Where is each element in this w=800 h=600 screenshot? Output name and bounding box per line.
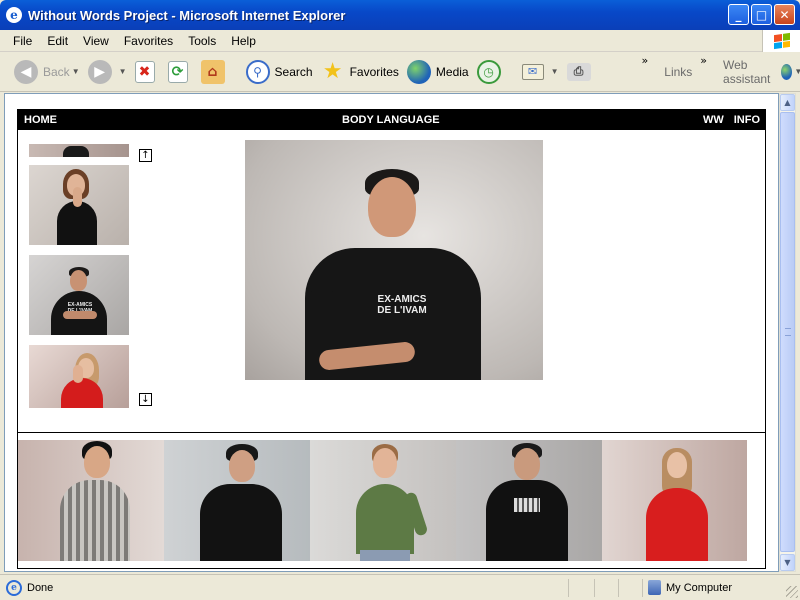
filmstrip-person[interactable] bbox=[164, 440, 310, 561]
menu-bar: File Edit View Favorites Tools Help bbox=[0, 30, 800, 52]
resize-grip-icon[interactable] bbox=[786, 586, 798, 598]
back-label: Back bbox=[43, 64, 70, 79]
nav-right: WW INFO bbox=[703, 114, 760, 126]
video-thumbnail[interactable] bbox=[29, 345, 129, 408]
media-globe-icon bbox=[406, 59, 431, 84]
window-controls: _ □ ✕ bbox=[728, 4, 795, 25]
scroll-down-arrow-icon[interactable]: ▼ bbox=[780, 554, 795, 571]
print-icon: ⎙ bbox=[566, 62, 591, 81]
refresh-icon: ⟳ bbox=[167, 60, 188, 83]
security-zone: My Computer bbox=[648, 580, 732, 595]
toolbar: ◀ Back ▼ ▶ ▼ ✖ ⟳ ⌂ ⚲ Search ★ Favorites … bbox=[0, 52, 800, 92]
chevron-down-icon: ▼ bbox=[71, 67, 80, 76]
search-icon: ⚲ bbox=[245, 59, 270, 84]
toolbar-overflow-icon[interactable]: » bbox=[642, 54, 649, 67]
status-text: Done bbox=[27, 581, 54, 594]
filmstrip-person[interactable] bbox=[456, 440, 602, 561]
thumbs-scroll-down-button[interactable]: ↓ bbox=[139, 393, 152, 406]
media-label: Media bbox=[435, 64, 469, 79]
scroll-up-arrow-icon[interactable]: ▲ bbox=[780, 94, 795, 111]
filmstrip-person[interactable] bbox=[18, 440, 164, 561]
home-button[interactable]: ⌂ bbox=[197, 55, 234, 89]
maximize-button[interactable]: □ bbox=[751, 4, 772, 25]
print-button[interactable]: ⎙ bbox=[563, 55, 600, 89]
title-bar: e Without Words Project - Microsoft Inte… bbox=[0, 0, 800, 30]
menu-view[interactable]: View bbox=[76, 34, 117, 48]
status-divider bbox=[618, 579, 619, 597]
status-divider bbox=[568, 579, 569, 597]
filmstrip-person[interactable] bbox=[602, 440, 747, 561]
home-icon: ⌂ bbox=[200, 59, 225, 84]
search-button[interactable]: ⚲ Search bbox=[242, 55, 317, 89]
menu-help[interactable]: Help bbox=[224, 34, 264, 48]
refresh-button[interactable]: ⟳ bbox=[164, 55, 197, 89]
video-thumbnail[interactable]: EX-AMICS DE L'IVAM bbox=[29, 255, 129, 335]
history-button[interactable]: ◷ bbox=[473, 55, 510, 89]
main-video-player[interactable]: EX-AMICS DE L'IVAM bbox=[245, 140, 543, 380]
links-overflow-icon[interactable]: » bbox=[700, 54, 707, 67]
windows-logo-icon bbox=[762, 30, 800, 52]
minimize-button[interactable]: _ bbox=[728, 4, 749, 25]
mail-icon: ✉ bbox=[521, 63, 544, 80]
browser-viewport: HOME BODY LANGUAGE WW INFO ↑ EX-AMICS DE… bbox=[4, 93, 779, 572]
status-divider bbox=[594, 579, 595, 597]
chevron-down-icon: ▼ bbox=[794, 67, 800, 76]
favorites-label: Favorites bbox=[349, 64, 399, 79]
site-header: HOME BODY LANGUAGE WW INFO bbox=[18, 110, 765, 130]
stop-icon: ✖ bbox=[134, 60, 155, 83]
window-title: Without Words Project - Microsoft Intern… bbox=[28, 7, 346, 23]
content-divider bbox=[18, 432, 765, 433]
main-shirt-text: EX-AMICS DE L'IVAM bbox=[377, 294, 427, 316]
close-button[interactable]: ✕ bbox=[774, 4, 795, 25]
forward-button[interactable]: ▶ ▼ bbox=[84, 55, 131, 89]
chevron-down-icon: ▼ bbox=[118, 67, 127, 76]
status-divider bbox=[642, 579, 643, 597]
media-button[interactable]: Media bbox=[403, 55, 473, 89]
menu-edit[interactable]: Edit bbox=[40, 34, 76, 48]
forward-arrow-icon: ▶ bbox=[87, 59, 112, 84]
zone-label: My Computer bbox=[666, 581, 733, 594]
stop-button[interactable]: ✖ bbox=[131, 55, 164, 89]
history-clock-icon: ◷ bbox=[476, 59, 501, 84]
filmstrip-person[interactable] bbox=[310, 440, 456, 561]
search-label: Search bbox=[274, 64, 313, 79]
ie-icon: e bbox=[6, 7, 22, 23]
computer-icon bbox=[648, 580, 661, 595]
status-bar: e Done My Computer bbox=[0, 574, 800, 600]
chevron-down-icon: ▼ bbox=[550, 67, 559, 76]
nav-info-link[interactable]: INFO bbox=[734, 114, 760, 126]
nav-ww-link[interactable]: WW bbox=[703, 114, 724, 126]
menu-favorites[interactable]: Favorites bbox=[117, 34, 181, 48]
web-assistant-button[interactable]: Web assistant ▼ bbox=[719, 55, 800, 89]
favorites-button[interactable]: ★ Favorites bbox=[317, 55, 403, 89]
video-thumbnail[interactable] bbox=[29, 144, 129, 157]
back-arrow-icon: ◀ bbox=[14, 59, 38, 84]
menu-tools[interactable]: Tools bbox=[181, 34, 224, 48]
page-status-icon: e bbox=[6, 579, 22, 596]
nav-home-link[interactable]: HOME bbox=[24, 114, 57, 126]
links-button[interactable]: Links bbox=[660, 55, 696, 89]
web-assistant-label: Web assistant bbox=[723, 57, 771, 86]
section-title: BODY LANGUAGE bbox=[342, 114, 440, 126]
web-assistant-globe-icon bbox=[781, 63, 793, 80]
thumbs-scroll-up-button[interactable]: ↑ bbox=[139, 149, 152, 162]
back-button[interactable]: ◀ Back ▼ bbox=[10, 55, 84, 89]
menu-file[interactable]: File bbox=[6, 34, 40, 48]
links-label: Links bbox=[664, 64, 693, 79]
vertical-scrollbar[interactable]: ▲ ▼ bbox=[779, 93, 796, 572]
people-filmstrip bbox=[18, 440, 747, 561]
mail-button[interactable]: ✉ ▼ bbox=[518, 55, 563, 89]
site-frame: HOME BODY LANGUAGE WW INFO ↑ EX-AMICS DE… bbox=[17, 109, 766, 569]
scrollbar-thumb[interactable] bbox=[780, 112, 795, 552]
star-icon: ★ bbox=[322, 59, 343, 84]
video-thumbnail[interactable] bbox=[29, 165, 129, 245]
